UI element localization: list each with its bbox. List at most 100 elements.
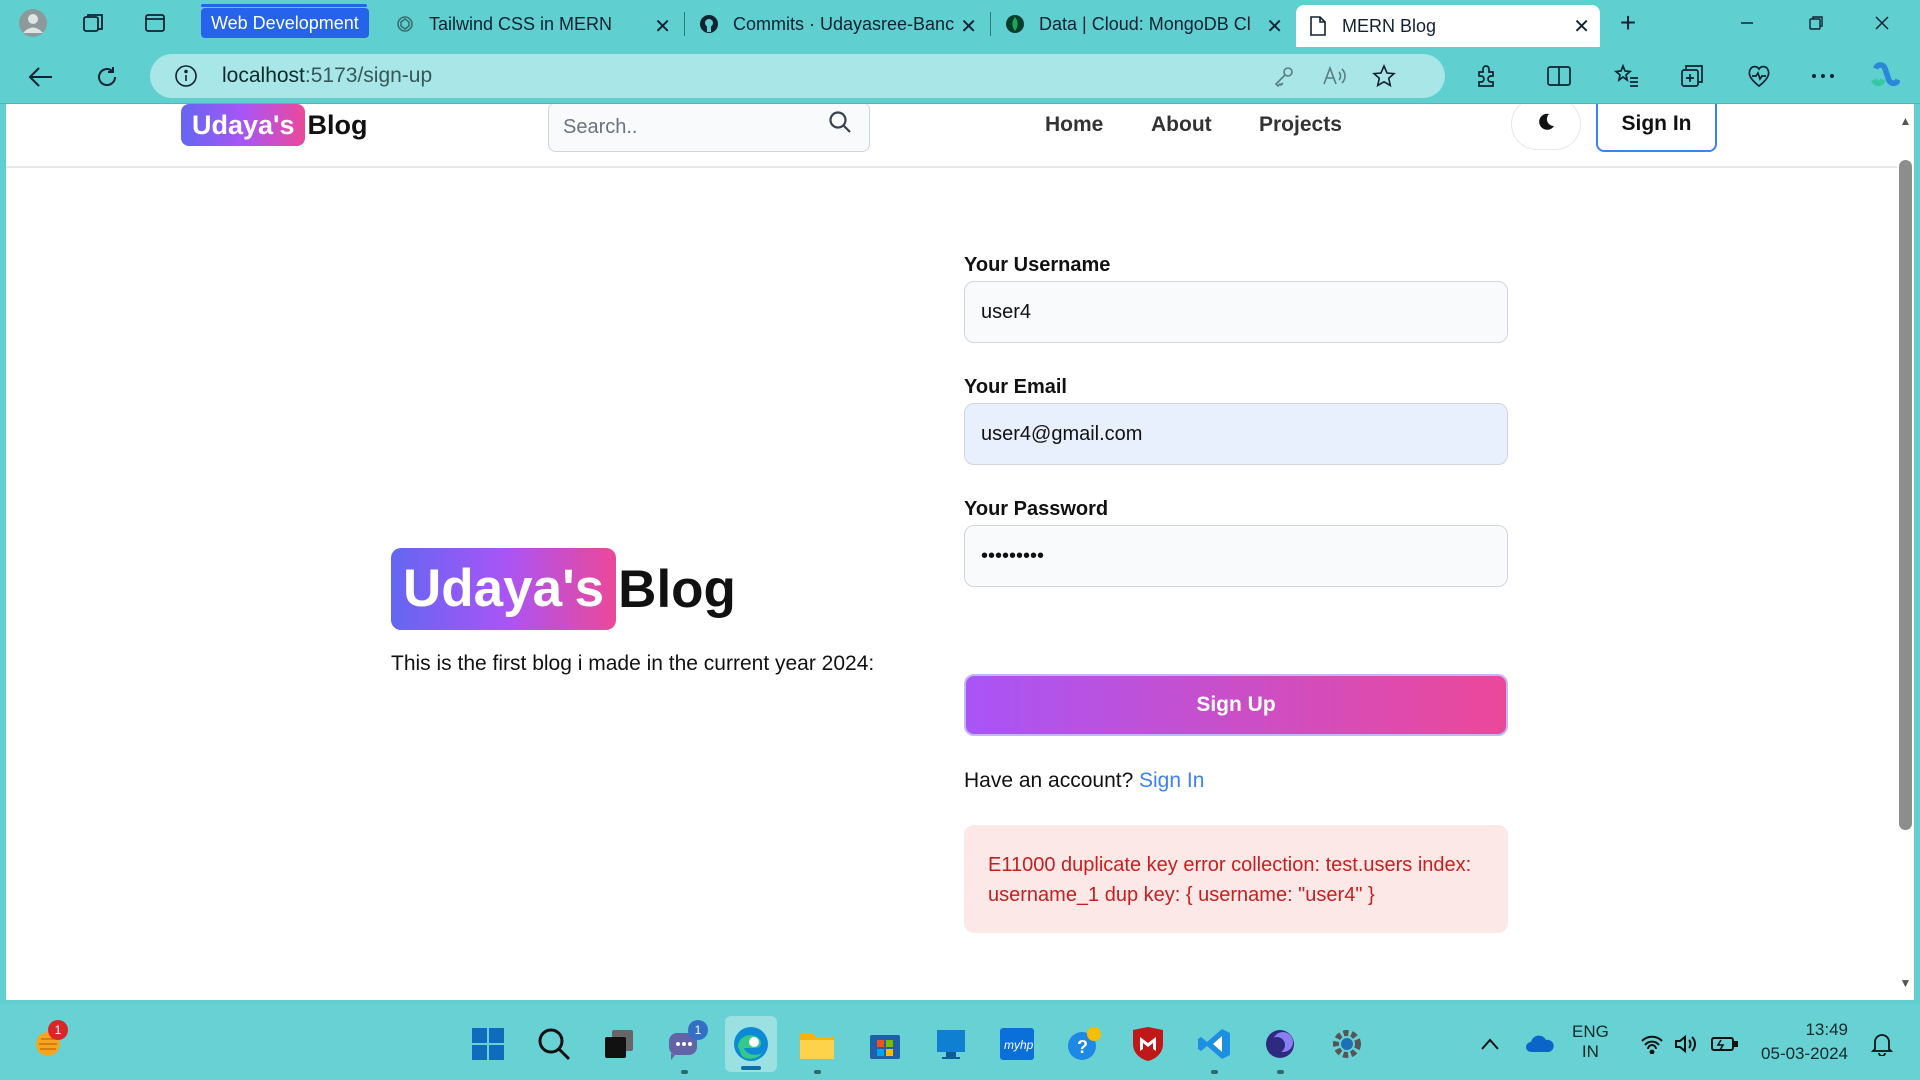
help-icon[interactable]: ? <box>1064 1024 1104 1064</box>
file-explorer-icon[interactable] <box>797 1024 837 1074</box>
github-icon <box>699 14 719 34</box>
copilot-icon[interactable] <box>1870 61 1900 91</box>
read-aloud-icon[interactable] <box>1322 64 1348 90</box>
edge-browser-icon[interactable] <box>725 1016 777 1072</box>
web-page: Udaya's Blog Home About Projects Sign In… <box>6 104 1897 1000</box>
site-info-icon[interactable] <box>174 64 198 88</box>
logo-highlight: Udaya's <box>181 104 306 146</box>
tab-mern-blog[interactable]: MERN Blog ✕ <box>1296 5 1600 47</box>
hero-description: This is the first blog i made in the cur… <box>391 652 875 675</box>
close-icon[interactable]: ✕ <box>654 14 671 39</box>
url-text[interactable]: localhost:5173/sign-up <box>222 64 432 88</box>
signin-link[interactable]: Sign In <box>1139 769 1204 793</box>
favorites-icon[interactable] <box>1612 61 1642 91</box>
mcafee-icon[interactable] <box>1128 1024 1168 1064</box>
language-indicator[interactable]: ENG IN <box>1572 1022 1609 1062</box>
profile-avatar-icon[interactable] <box>18 8 48 38</box>
tab-bar: Web Development Tailwind CSS in MERN ✕ C… <box>0 0 1920 47</box>
search-icon[interactable] <box>534 1024 574 1064</box>
mongodb-leaf-icon <box>1005 14 1025 34</box>
svg-text:myhp: myhp <box>1004 1038 1034 1052</box>
notification-badge: 1 <box>48 1020 68 1040</box>
tab-separator <box>990 12 991 36</box>
myhp-icon[interactable]: myhp <box>997 1024 1037 1064</box>
microsoft-store-icon[interactable] <box>865 1024 905 1064</box>
battery-icon[interactable] <box>1704 1024 1744 1064</box>
close-window-button[interactable] <box>1862 8 1902 38</box>
tab-group-label[interactable]: Web Development <box>201 8 369 38</box>
header-signin-button[interactable]: Sign In <box>1596 104 1717 152</box>
address-bar[interactable]: localhost:5173/sign-up <box>150 54 1445 98</box>
split-screen-icon[interactable] <box>1544 61 1574 91</box>
collections-icon[interactable] <box>1677 61 1707 91</box>
clock-time: 13:49 <box>1805 1020 1848 1039</box>
workspaces-icon[interactable] <box>78 8 108 38</box>
extensions-icon[interactable] <box>1472 61 1502 91</box>
scroll-up-arrow[interactable]: ▲ <box>1897 114 1914 130</box>
clock[interactable]: 13:49 05-03-2024 <box>1760 1020 1848 1064</box>
logo-text: Blog <box>307 109 368 140</box>
error-message: E11000 duplicate key error collection: t… <box>988 854 1472 906</box>
favorite-star-icon[interactable] <box>1372 63 1398 90</box>
hero-logo-text: Blog <box>618 559 736 619</box>
username-input[interactable] <box>964 281 1508 343</box>
have-account-text: Have an account? <box>964 769 1134 792</box>
tab-separator <box>684 12 685 36</box>
signup-button[interactable]: Sign Up <box>964 674 1508 736</box>
refresh-button[interactable] <box>90 60 124 94</box>
moon-icon <box>1536 112 1556 137</box>
close-icon[interactable]: ✕ <box>1266 14 1283 39</box>
restore-button[interactable] <box>1796 8 1836 38</box>
chatgpt-icon <box>395 14 415 34</box>
password-key-icon[interactable] <box>1272 64 1298 90</box>
scroll-down-arrow[interactable]: ▼ <box>1897 976 1914 992</box>
new-tab-button[interactable]: + <box>1608 7 1648 38</box>
tab-actions-icon[interactable] <box>140 8 170 38</box>
eclipse-icon[interactable] <box>1260 1024 1300 1074</box>
email-label: Your Email <box>964 376 1067 398</box>
tab-tailwind[interactable]: Tailwind CSS in MERN ✕ <box>383 5 681 43</box>
weather-widget-icon[interactable]: 1 <box>28 1020 68 1064</box>
nav-projects[interactable]: Projects <box>1259 113 1342 137</box>
tab-mongodb[interactable]: Data | Cloud: MongoDB Cl ✕ <box>993 5 1293 43</box>
volume-icon[interactable] <box>1666 1024 1706 1064</box>
clock-date: 05-03-2024 <box>1761 1044 1848 1063</box>
browser-essentials-icon[interactable] <box>1744 61 1774 91</box>
vscode-icon[interactable] <box>1194 1024 1234 1074</box>
nav-about[interactable]: About <box>1151 113 1212 137</box>
taskbar: 1 1 myhp ? ENG IN 13:49 05-03-2024 <box>0 1004 1920 1080</box>
back-button[interactable] <box>24 60 58 94</box>
search-box <box>548 104 870 152</box>
site-logo[interactable]: Udaya's Blog <box>181 104 367 146</box>
desktop-app-icon[interactable] <box>931 1024 971 1064</box>
teams-chat-icon[interactable]: 1 <box>664 1020 708 1074</box>
teams-badge: 1 <box>688 1020 708 1040</box>
browser-toolbar: localhost:5173/sign-up <box>0 47 1920 104</box>
chevron-up-icon[interactable] <box>1470 1024 1510 1064</box>
search-icon[interactable] <box>827 109 853 135</box>
error-alert: E11000 duplicate key error collection: t… <box>964 825 1508 933</box>
tab-group-indicator <box>201 4 367 7</box>
hero-logo-highlight: Udaya's <box>391 548 617 630</box>
username-label: Your Username <box>964 254 1111 276</box>
close-icon[interactable]: ✕ <box>960 14 977 39</box>
scrollbar-thumb[interactable] <box>1899 160 1912 830</box>
svg-text:?: ? <box>1077 1037 1088 1057</box>
hero-logo: Udaya's Blog <box>391 548 736 630</box>
search-input[interactable] <box>563 113 813 141</box>
onedrive-icon[interactable] <box>1520 1024 1560 1064</box>
theme-toggle-button[interactable] <box>1511 104 1581 150</box>
minimize-button[interactable] <box>1727 8 1767 38</box>
email-input[interactable] <box>964 403 1508 465</box>
notification-bell-icon[interactable] <box>1862 1024 1902 1064</box>
tab-github-commits[interactable]: Commits · Udayasree-Banc ✕ <box>687 5 987 43</box>
site-header: Udaya's Blog Home About Projects Sign In <box>6 104 1897 168</box>
settings-gear-icon[interactable] <box>1327 1024 1367 1064</box>
more-options-icon[interactable] <box>1808 61 1838 91</box>
nav-home[interactable]: Home <box>1045 113 1103 137</box>
task-view-icon[interactable] <box>599 1024 639 1064</box>
start-icon[interactable] <box>468 1024 508 1064</box>
close-icon[interactable]: ✕ <box>1573 14 1590 39</box>
password-input[interactable] <box>964 525 1508 587</box>
page-icon <box>1308 16 1328 36</box>
